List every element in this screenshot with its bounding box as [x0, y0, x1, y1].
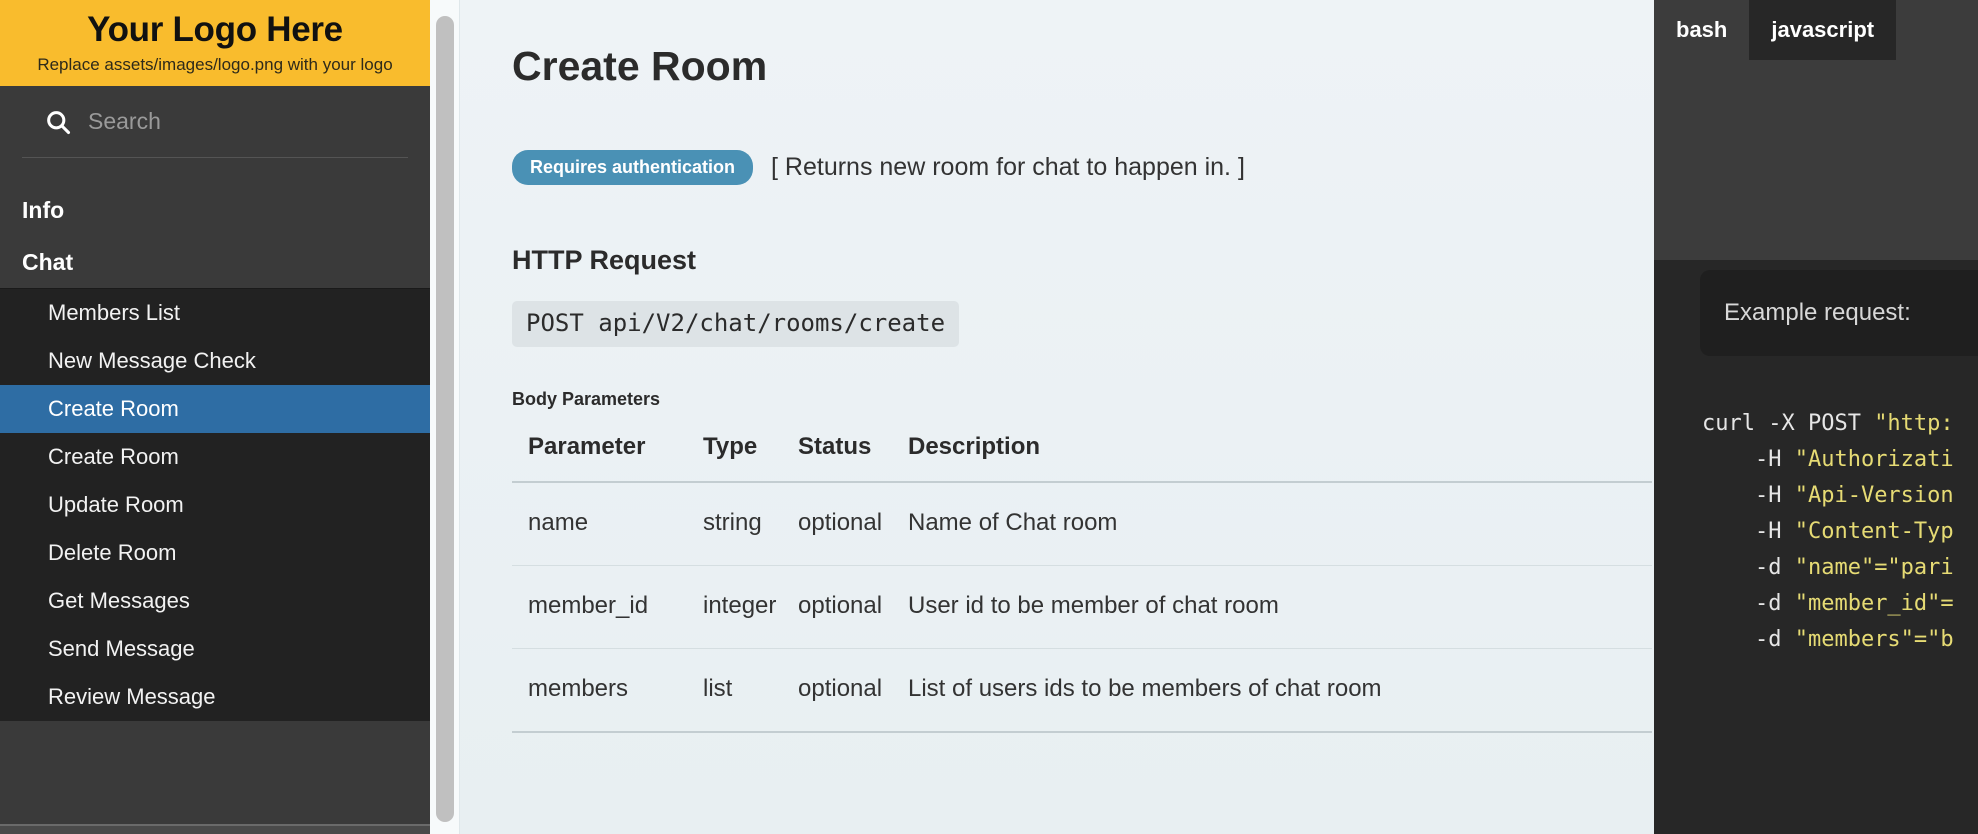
search-icon — [44, 108, 72, 136]
tab-javascript[interactable]: javascript — [1749, 0, 1897, 60]
curl-code-block[interactable]: curl -X POST "http: -H "Authorizati -H "… — [1654, 406, 1954, 658]
auth-row: Requires authentication [ Returns new ro… — [512, 150, 1654, 185]
app-root: Your Logo Here Replace assets/images/log… — [0, 0, 1978, 834]
cell-type: string — [687, 482, 782, 566]
endpoint-code[interactable]: POST api/V2/chat/rooms/create — [512, 301, 960, 347]
code-body: Example request: curl -X POST "http: -H … — [1654, 260, 1978, 834]
cell-status: optional — [782, 565, 892, 649]
sidebar-group-chat[interactable]: Chat — [0, 236, 430, 288]
example-request-card: Example request: — [1700, 270, 1978, 356]
page-scrollbar-thumb[interactable] — [436, 16, 454, 822]
table-row: name string optional Name of Chat room — [512, 482, 1652, 566]
table-header-description: Description — [892, 427, 1652, 483]
cell-description: Name of Chat room — [892, 482, 1652, 566]
sidebar-item-delete-room[interactable]: Delete Room — [0, 529, 430, 577]
table-header-type: Type — [687, 427, 782, 483]
code-tabs: bash javascript — [1654, 0, 1978, 60]
sidebar-item-review-message[interactable]: Review Message — [0, 673, 430, 721]
auth-description: [ Returns new room for chat to happen in… — [771, 153, 1245, 181]
table-header-status: Status — [782, 427, 892, 483]
sidebar-nav-sub: Members List New Message Check Create Ro… — [0, 288, 430, 721]
sidebar-item-send-message[interactable]: Send Message — [0, 625, 430, 673]
table-header-row: Parameter Type Status Description — [512, 427, 1652, 483]
cell-status: optional — [782, 648, 892, 733]
page-title: Create Room — [512, 43, 768, 89]
main-content: Create Room Requires authentication [ Re… — [460, 0, 1654, 834]
sidebar-item-create-room-active[interactable]: Create Room — [0, 385, 430, 433]
cell-description: User id to be member of chat room — [892, 565, 1652, 649]
sidebar-group-info[interactable]: Info — [0, 184, 430, 236]
code-tabbar: bash javascript — [1654, 0, 1978, 260]
section-title-http-request: HTTP Request — [512, 245, 697, 275]
status-badge-requires-auth[interactable]: Requires authentication — [512, 150, 754, 185]
body-parameters-table: Parameter Type Status Description name s… — [512, 427, 1652, 733]
example-request-label: Example request: — [1724, 299, 1911, 326]
cell-type: integer — [687, 565, 782, 649]
tab-bash[interactable]: bash — [1654, 0, 1750, 60]
sidebar-item-get-messages[interactable]: Get Messages — [0, 577, 430, 625]
search-input[interactable] — [88, 108, 384, 135]
sidebar-item-update-room[interactable]: Update Room — [0, 481, 430, 529]
sidebar-item-create-room[interactable]: Create Room — [0, 433, 430, 481]
code-panel: bash javascript Example request: curl -X… — [1654, 0, 1978, 834]
logo-subtitle: Replace assets/images/logo.png with your… — [37, 55, 393, 74]
search-bar[interactable] — [22, 86, 408, 158]
table-row: member_id integer optional User id to be… — [512, 565, 1652, 649]
page-scrollbar-track[interactable] — [430, 0, 460, 834]
logo-title: Your Logo Here — [87, 10, 343, 49]
logo-banner[interactable]: Your Logo Here Replace assets/images/log… — [0, 0, 430, 86]
table-label-body-parameters: Body Parameters — [512, 389, 661, 409]
cell-parameter: name — [512, 482, 687, 566]
cell-description: List of users ids to be members of chat … — [892, 648, 1652, 733]
sidebar: Your Logo Here Replace assets/images/log… — [0, 0, 430, 834]
sidebar-nav-top: Info Chat — [0, 158, 430, 288]
cell-status: optional — [782, 482, 892, 566]
cell-parameter: members — [512, 648, 687, 733]
cell-type: list — [687, 648, 782, 733]
table-row: members list optional List of users ids … — [512, 648, 1652, 733]
table-header-parameter: Parameter — [512, 427, 687, 483]
sidebar-item-new-message-check[interactable]: New Message Check — [0, 337, 430, 385]
sidebar-item-members-list[interactable]: Members List — [0, 289, 430, 337]
sidebar-footer-strip — [0, 826, 430, 834]
cell-parameter: member_id — [512, 565, 687, 649]
